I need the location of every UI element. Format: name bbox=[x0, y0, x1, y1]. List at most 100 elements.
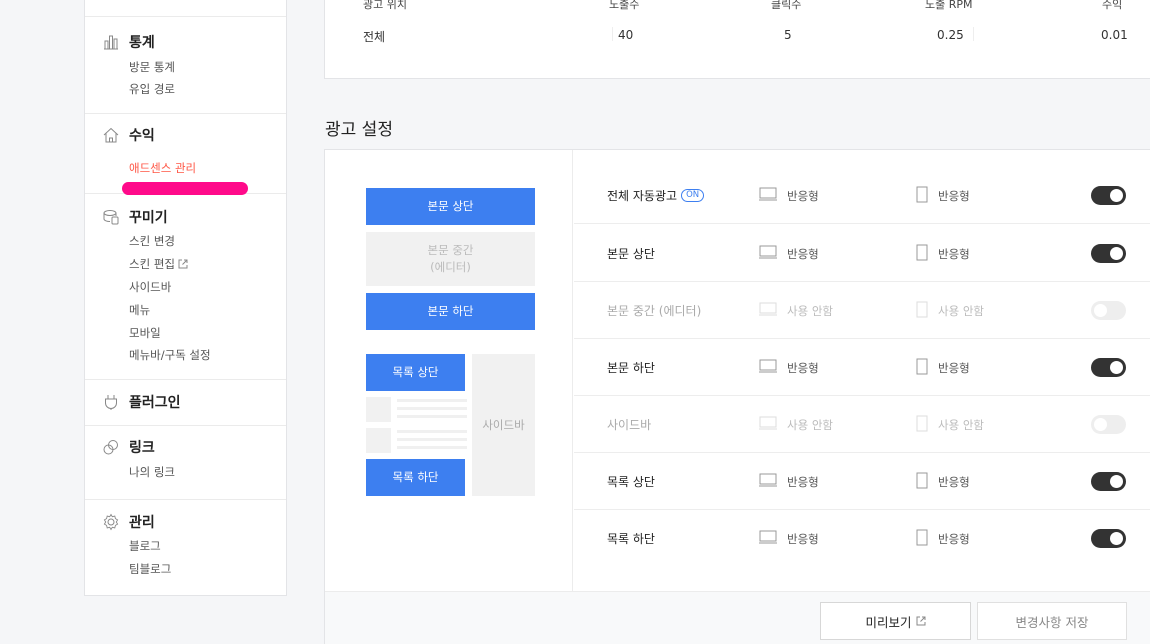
sidebar-item-plugin[interactable]: 플러그인 bbox=[102, 392, 181, 412]
stats-cell-impressions: 40 bbox=[618, 28, 634, 42]
desktop-icon bbox=[759, 302, 777, 319]
ad-settings-footer: 미리보기 변경사항 저장 bbox=[325, 591, 1150, 644]
sidebar-item-decorate[interactable]: 꾸미기 bbox=[102, 207, 168, 227]
preview-body-top: 본문 상단 bbox=[366, 188, 535, 225]
mobile-option[interactable]: 사용 안함 bbox=[916, 396, 984, 453]
sidebar-item-decorate-label: 꾸미기 bbox=[129, 210, 168, 226]
mobile-option[interactable]: 반응형 bbox=[916, 225, 970, 282]
sidebar-subitem-referrer[interactable]: 유입 경로 bbox=[129, 81, 175, 97]
sidebar-subitem-team-blog[interactable]: 팀블로그 bbox=[129, 561, 171, 577]
sidebar-item-plugin-label: 플러그인 bbox=[129, 395, 181, 411]
mobile-option-label: 사용 안함 bbox=[938, 303, 984, 318]
ad-stats-table: 광고 위치 노출수 클릭수 노출 RPM 수익 전체 40 5 0.25 0.0… bbox=[324, 0, 1150, 79]
sidebar-subitem-skin-edit[interactable]: 스킨 편집 bbox=[129, 256, 188, 272]
sidebar-item-link-label: 링크 bbox=[129, 440, 155, 456]
desktop-icon bbox=[759, 416, 777, 433]
plug-icon bbox=[102, 393, 120, 411]
sidebar-subitem-mobile[interactable]: 모바일 bbox=[129, 325, 161, 341]
mobile-option[interactable]: 반응형 bbox=[916, 167, 970, 224]
desktop-option[interactable]: 사용 안함 bbox=[759, 396, 833, 453]
sidebar-section-link: 링크 나의 링크 bbox=[85, 425, 286, 499]
preview-body-bottom: 본문 하단 bbox=[366, 293, 535, 330]
desktop-option[interactable]: 반응형 bbox=[759, 510, 819, 567]
desktop-option[interactable]: 사용 안함 bbox=[759, 282, 833, 339]
ad-row-label-text: 전체 자동광고 bbox=[607, 189, 678, 203]
toggle-switch[interactable] bbox=[1091, 472, 1126, 491]
stats-header-clicks: 클릭수 bbox=[771, 0, 802, 11]
ad-settings-panel: 본문 상단 본문 중간 (에디터) 본문 하단 목록 상단 목록 하단 사이드바 … bbox=[324, 149, 1150, 644]
ad-row-auto: 전체 자동광고 ON 반응형 반응형 bbox=[574, 167, 1150, 224]
preview-list-thumb bbox=[366, 428, 391, 453]
mobile-option[interactable]: 반응형 bbox=[916, 453, 970, 510]
sidebar-subitem-visit-stats[interactable]: 방문 통계 bbox=[129, 59, 175, 75]
home-icon bbox=[102, 126, 120, 144]
mobile-option[interactable]: 반응형 bbox=[916, 339, 970, 396]
mobile-option-label: 사용 안함 bbox=[938, 417, 984, 432]
sidebar-subitem-menubar[interactable]: 메뉴바/구독 설정 bbox=[129, 347, 211, 363]
save-button[interactable]: 변경사항 저장 bbox=[977, 602, 1127, 640]
ad-settings-rows: 전체 자동광고 ON 반응형 반응형 본문 상단 반응형 반응형 본문 중간 (에… bbox=[574, 150, 1150, 591]
preview-list-thumb bbox=[366, 397, 391, 422]
ad-row-body-bottom: 본문 하단 반응형 반응형 bbox=[574, 339, 1150, 396]
ad-row-body-top: 본문 상단 반응형 반응형 bbox=[574, 225, 1150, 282]
ad-row-body-middle: 본문 중간 (에디터) 사용 안함 사용 안함 bbox=[574, 282, 1150, 339]
stats-header-rpm: 노출 RPM bbox=[925, 0, 973, 11]
sidebar-subitem-adsense[interactable]: 애드센스 관리 bbox=[129, 160, 196, 176]
desktop-option[interactable]: 반응형 bbox=[759, 225, 819, 282]
on-badge: ON bbox=[681, 189, 705, 202]
stats-header-impressions: 노출수 bbox=[609, 0, 640, 11]
sidebar-subitem-sidebar[interactable]: 사이드바 bbox=[129, 279, 171, 295]
desktop-option-label: 사용 안함 bbox=[787, 417, 833, 432]
sidebar: 통계 방문 통계 유입 경로 수익 애드센스 관리 꾸미기 스킨 변경 스킨 편… bbox=[84, 0, 287, 596]
desktop-icon bbox=[759, 187, 777, 204]
preview-sidebar: 사이드바 bbox=[472, 354, 535, 496]
toggle-switch[interactable] bbox=[1091, 415, 1126, 434]
sidebar-subitem-skin-change[interactable]: 스킨 변경 bbox=[129, 233, 175, 249]
toggle-switch[interactable] bbox=[1091, 186, 1126, 205]
sidebar-subitem-blog[interactable]: 블로그 bbox=[129, 538, 161, 554]
desktop-option-label: 반응형 bbox=[787, 246, 819, 261]
sidebar-subitem-menu[interactable]: 메뉴 bbox=[129, 302, 150, 318]
external-link-icon bbox=[916, 616, 926, 626]
sidebar-subitem-my-link[interactable]: 나의 링크 bbox=[129, 464, 175, 480]
desktop-option[interactable]: 반응형 bbox=[759, 339, 819, 396]
desktop-icon bbox=[759, 359, 777, 376]
toggle-switch[interactable] bbox=[1091, 244, 1126, 263]
desktop-option[interactable]: 반응형 bbox=[759, 453, 819, 510]
mobile-icon bbox=[916, 472, 928, 492]
preview-button[interactable]: 미리보기 bbox=[820, 602, 971, 640]
desktop-option-label: 반응형 bbox=[787, 188, 819, 203]
page-title: 광고 설정 bbox=[325, 120, 393, 140]
stats-header-revenue: 수익 bbox=[1102, 0, 1123, 11]
preview-button-label: 미리보기 bbox=[865, 614, 912, 630]
sidebar-item-stats[interactable]: 통계 bbox=[102, 32, 155, 52]
sidebar-item-revenue[interactable]: 수익 bbox=[102, 125, 155, 145]
toggle-switch[interactable] bbox=[1091, 529, 1126, 548]
mobile-option-label: 반응형 bbox=[938, 531, 970, 546]
sidebar-item-manage[interactable]: 관리 bbox=[102, 512, 155, 532]
toggle-switch[interactable] bbox=[1091, 358, 1126, 377]
desktop-option-label: 반응형 bbox=[787, 360, 819, 375]
toggle-switch[interactable] bbox=[1091, 301, 1126, 320]
mobile-icon bbox=[916, 358, 928, 378]
sidebar-item-manage-label: 관리 bbox=[129, 515, 155, 531]
stats-cell-rpm: 0.25 bbox=[937, 28, 964, 42]
sidebar-item-stats-label: 통계 bbox=[129, 35, 155, 51]
mobile-icon bbox=[916, 415, 928, 435]
sidebar-item-revenue-label: 수익 bbox=[129, 128, 155, 144]
preview-body-middle-line2: (에디터) bbox=[430, 260, 471, 274]
ad-row-list-top: 목록 상단 반응형 반응형 bbox=[574, 453, 1150, 510]
mobile-icon bbox=[916, 301, 928, 321]
sidebar-item-link[interactable]: 링크 bbox=[102, 437, 155, 457]
mobile-icon bbox=[916, 529, 928, 549]
mobile-option[interactable]: 반응형 bbox=[916, 510, 970, 567]
mobile-option[interactable]: 사용 안함 bbox=[916, 282, 984, 339]
desktop-icon bbox=[759, 245, 777, 262]
sidebar-section-manage: 관리 블로그 팀블로그 bbox=[85, 499, 286, 597]
ad-row-label: 목록 하단 bbox=[607, 532, 655, 546]
desktop-option[interactable]: 반응형 bbox=[759, 167, 819, 224]
ad-row-label: 본문 하단 bbox=[607, 361, 655, 375]
ad-row-list-bottom: 목록 하단 반응형 반응형 bbox=[574, 510, 1150, 567]
stats-cell-position: 전체 bbox=[363, 30, 386, 44]
highlight-marker bbox=[122, 182, 248, 195]
